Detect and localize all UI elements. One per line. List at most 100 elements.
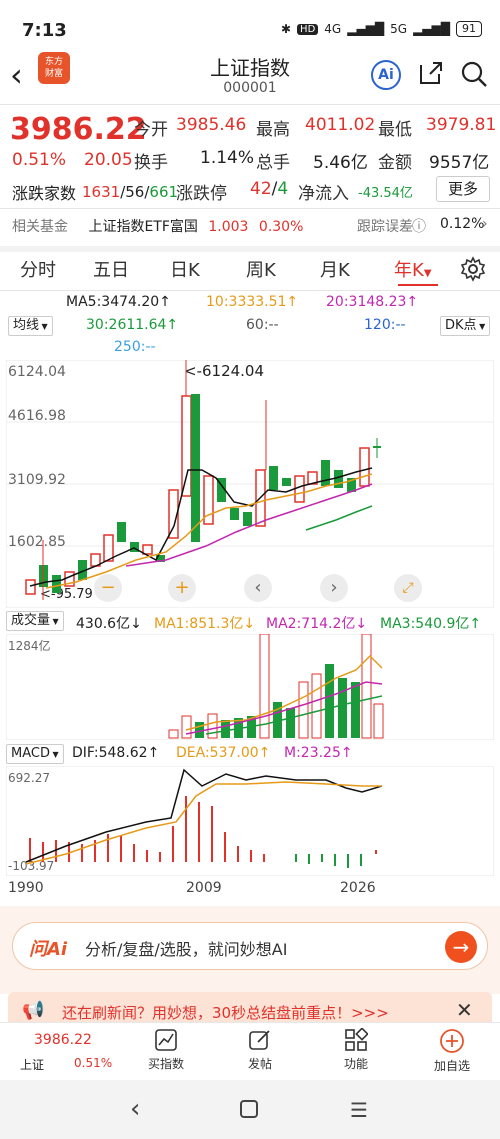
- caret-down-icon: ▼: [476, 322, 486, 331]
- chevron-right-icon: ›: [482, 216, 488, 232]
- volume-bar: [181, 715, 192, 739]
- ma20-value: 20:3148.23↑: [326, 294, 419, 310]
- y-label: 4616.98: [8, 408, 66, 424]
- add-circle-icon: [440, 1029, 464, 1053]
- tab-daily[interactable]: 日K: [170, 256, 200, 282]
- mini-name: 上证: [20, 1058, 45, 1072]
- arrow-right-icon[interactable]: →: [445, 931, 477, 963]
- close-icon[interactable]: ✕: [456, 998, 473, 1022]
- related-fund-row[interactable]: 相关基金 上证指数ETF富国 1.003 0.30% 跟踪误差 ⓘ 0.12% …: [12, 216, 492, 236]
- low-label: 最低: [378, 120, 412, 140]
- candle: [52, 575, 61, 593]
- macd-selector-label: MACD: [11, 746, 50, 761]
- volume-bar: [373, 703, 384, 739]
- ma250-value: 250:--: [114, 339, 156, 355]
- volume-selector[interactable]: 成交量 ▼: [6, 611, 64, 631]
- bottom-nav: 3986.22 上证 0.51% 买指数 发帖 功能 加自选: [0, 1022, 500, 1080]
- zoom-in-button[interactable]: +: [168, 574, 196, 602]
- more-button[interactable]: 更多: [436, 176, 490, 202]
- battery-indicator: 91: [456, 21, 482, 37]
- volume-value: 430.6亿↓: [76, 616, 142, 632]
- mini-price: 3986.22: [34, 1032, 92, 1048]
- x-label-start: 1990: [8, 880, 44, 896]
- vol-ma1: MA1:851.3亿↓: [154, 616, 256, 632]
- netflow-label: 净流入: [298, 184, 349, 204]
- system-home-icon[interactable]: [240, 1100, 258, 1118]
- x-label-end: 2026: [340, 880, 376, 896]
- tracking-value: 0.12%: [440, 216, 485, 232]
- nav-buy-index[interactable]: 买指数: [126, 1028, 206, 1072]
- zoom-out-button[interactable]: −: [94, 574, 122, 602]
- system-back-icon[interactable]: ‹: [130, 1094, 140, 1124]
- updown-label: 涨跌家数: [12, 184, 77, 203]
- macd-m: M:23.25↑: [284, 745, 353, 761]
- scroll-right-button[interactable]: ›: [320, 574, 348, 602]
- scroll-left-button[interactable]: ‹: [244, 574, 272, 602]
- settings-icon[interactable]: [460, 256, 486, 282]
- x-label-mid: 2009: [186, 880, 222, 896]
- y-label: 1602.85: [8, 534, 66, 550]
- macd-chart[interactable]: 692.27 -103.97: [6, 766, 494, 876]
- fullscreen-button[interactable]: ⤢: [394, 574, 422, 602]
- volume-bar: [286, 708, 295, 738]
- tab-monthly[interactable]: 月K: [320, 256, 350, 282]
- volume-value: 5.46亿: [313, 153, 368, 173]
- nav-post[interactable]: 发帖: [220, 1028, 300, 1072]
- quote-row-1: 今开: [134, 115, 168, 140]
- divider: [0, 104, 500, 105]
- ai-question-bar[interactable]: 问Ai 分析/复盘/选股，就问妙想AI →: [12, 922, 488, 970]
- bluetooth-icon: ✱: [280, 22, 292, 36]
- limit-up: 42: [250, 179, 272, 199]
- min-annotation: <-95.79: [40, 587, 93, 602]
- volume-bar: [311, 673, 322, 739]
- nav-add-watchlist[interactable]: 加自选: [412, 1028, 492, 1074]
- chart-icon: [155, 1029, 177, 1051]
- ma10-value: 10:3333.51↑: [206, 294, 299, 310]
- caret-down-icon: ▼: [50, 617, 59, 626]
- macd-histogram: [29, 796, 377, 868]
- search-icon[interactable]: [460, 60, 488, 88]
- candle: [282, 478, 291, 486]
- candle: [334, 470, 343, 488]
- netflow-value: -43.54亿: [358, 186, 413, 201]
- limit-label: 涨跌停: [176, 184, 227, 204]
- ma30-value: 30:2611.64↑: [86, 317, 179, 333]
- tab-minute[interactable]: 分时: [20, 256, 56, 282]
- ma-selector[interactable]: 均线 ▼: [8, 316, 53, 336]
- price-change: 0.51% 20.05: [12, 150, 151, 170]
- candle: [321, 460, 330, 486]
- y-label: 6124.04: [8, 364, 66, 380]
- candle: [269, 466, 278, 490]
- volume-bar: [298, 681, 309, 739]
- volume-bar: [221, 720, 230, 738]
- system-menu-icon[interactable]: ☰: [350, 1098, 368, 1122]
- share-icon[interactable]: [418, 60, 444, 86]
- macd-selector[interactable]: MACD ▼: [6, 744, 64, 764]
- y-label: 3109.92: [8, 472, 66, 488]
- kline-chart[interactable]: 6124.04 4616.98 3109.92 1602.85 <-95.79 …: [6, 360, 494, 608]
- volume-y-top: 1284亿: [8, 638, 51, 653]
- macd-y-bottom: -103.97: [8, 859, 54, 873]
- limit-values: 42/4: [250, 179, 289, 199]
- divider: [0, 208, 500, 209]
- tab-5day[interactable]: 五日: [93, 256, 129, 282]
- ma10-line: [45, 473, 373, 589]
- change-pct: 0.51%: [12, 150, 67, 170]
- ma60-value: 60:--: [246, 317, 279, 333]
- ai-button[interactable]: Ai: [371, 60, 401, 90]
- ma-selector-label: 均线: [13, 318, 40, 333]
- amount-value: 9557亿: [429, 153, 490, 173]
- megaphone-icon: 📢: [22, 1000, 45, 1021]
- high-value: 4011.02: [305, 115, 376, 135]
- volume-chart[interactable]: 1284亿: [6, 634, 494, 740]
- info-icon[interactable]: ⓘ: [412, 216, 426, 236]
- max-annotation: <-6124.04: [184, 362, 264, 380]
- tab-weekly[interactable]: 周K: [246, 256, 276, 282]
- fund-pct: 0.30%: [258, 219, 304, 235]
- candle: [117, 522, 126, 542]
- tab-yearly[interactable]: 年K▼: [394, 256, 432, 282]
- nav-functions[interactable]: 功能: [316, 1027, 396, 1072]
- vol-ma3: MA3:540.9亿↑: [380, 616, 482, 632]
- low-value: 3979.81: [426, 115, 497, 135]
- dk-selector[interactable]: DK点 ▼: [440, 316, 491, 336]
